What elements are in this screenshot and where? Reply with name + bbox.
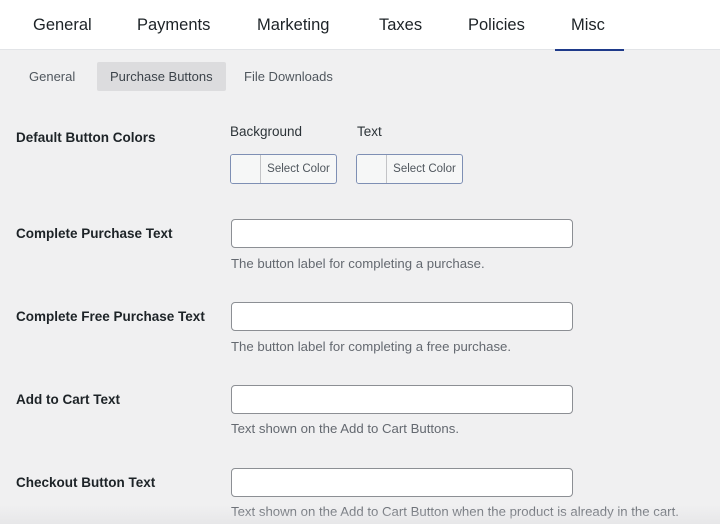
subtab-purchase-buttons[interactable]: Purchase Buttons xyxy=(97,62,226,91)
text-select-color-label: Select Color xyxy=(393,163,456,175)
tab-marketing[interactable]: Marketing xyxy=(257,0,329,50)
background-color-label: Background xyxy=(230,124,303,139)
add-to-cart-text-description: Text shown on the Add to Cart Buttons. xyxy=(231,421,459,436)
add-to-cart-text-label: Add to Cart Text xyxy=(16,392,120,407)
tab-policies[interactable]: Policies xyxy=(468,0,525,50)
tab-taxes[interactable]: Taxes xyxy=(379,0,422,50)
checkout-button-text-input[interactable] xyxy=(231,468,573,497)
settings-top-nav: General Payments Marketing Taxes Policie… xyxy=(0,0,720,51)
tab-general[interactable]: General xyxy=(33,0,92,50)
settings-sub-nav: General Purchase Buttons File Downloads xyxy=(0,50,720,100)
text-color-swatch xyxy=(357,155,387,183)
checkout-button-text-label: Checkout Button Text xyxy=(16,475,156,490)
complete-free-purchase-text-label: Complete Free Purchase Text xyxy=(16,309,205,324)
background-color-picker-button[interactable]: Select Color xyxy=(230,154,337,184)
default-button-colors-label: Default Button Colors xyxy=(16,130,156,145)
complete-free-purchase-text-input[interactable] xyxy=(231,302,573,331)
checkout-button-text-description: Text shown on the Add to Cart Button whe… xyxy=(231,504,679,519)
background-color-swatch xyxy=(231,155,261,183)
complete-purchase-text-input[interactable] xyxy=(231,219,573,248)
tab-misc[interactable]: Misc xyxy=(555,0,624,51)
complete-free-purchase-text-description: The button label for completing a free p… xyxy=(231,339,512,354)
text-color-label: Text xyxy=(357,124,382,139)
text-color-picker-button[interactable]: Select Color xyxy=(356,154,463,184)
background-select-color-label: Select Color xyxy=(267,163,330,175)
subtab-file-downloads[interactable]: File Downloads xyxy=(231,62,346,91)
complete-purchase-text-description: The button label for completing a purcha… xyxy=(231,256,485,271)
add-to-cart-text-input[interactable] xyxy=(231,385,573,414)
tab-payments[interactable]: Payments xyxy=(137,0,210,50)
complete-purchase-text-label: Complete Purchase Text xyxy=(16,226,173,241)
subtab-general[interactable]: General xyxy=(16,62,88,91)
